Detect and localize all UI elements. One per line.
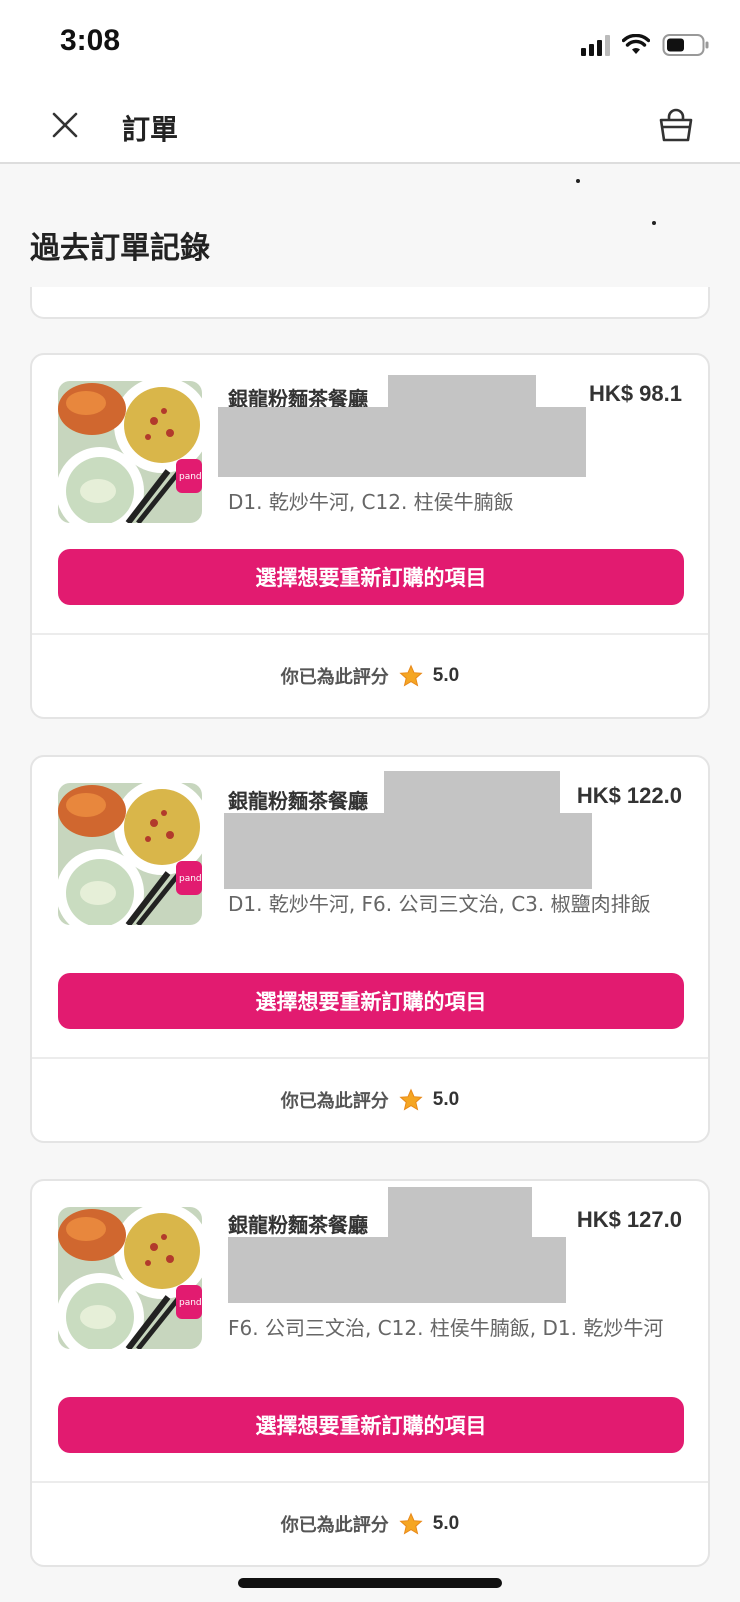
order-items: F6. 公司三文治, C12. 柱侯牛腩飯, D1. 乾炒牛河 [228, 1316, 664, 1340]
close-icon[interactable] [50, 110, 80, 140]
order-price: HK$ 122.0 [576, 783, 682, 808]
previous-order-card-partial [30, 287, 710, 319]
redacted-block [388, 375, 536, 409]
reorder-button[interactable]: 選擇想要重新訂購的項目 [58, 973, 684, 1029]
rating-value: 5.0 [432, 1089, 460, 1110]
status-icons [581, 30, 710, 60]
rating-label: 你已為此評分 [280, 667, 389, 688]
reorder-button[interactable]: 選擇想要重新訂購的項目 [58, 1397, 684, 1453]
status-time: 3:08 [60, 24, 121, 57]
rating-row: 你已為此評分 5.0 [32, 661, 708, 691]
app-header: 訂單 [0, 88, 740, 164]
svg-text:panda: panda [179, 874, 202, 884]
restaurant-name: 銀龍粉麵茶餐廳 [228, 1213, 368, 1237]
star-icon [399, 1088, 423, 1111]
order-items: D1. 乾炒牛河, F6. 公司三文治, C3. 椒鹽肉排飯 [228, 892, 651, 916]
section-title: 過去訂單記錄 [30, 231, 210, 266]
card-divider [32, 633, 708, 635]
order-card[interactable]: panda 銀龍粉麵茶餐廳 HK$ 127.0 F6. 公司三文治, C12. … [30, 1179, 710, 1567]
order-items: D1. 乾炒牛河, C12. 柱侯牛腩飯 [228, 490, 514, 514]
rating-value: 5.0 [432, 1513, 460, 1534]
redacted-block [218, 407, 586, 477]
page-title: 訂單 [122, 113, 179, 146]
rating-value: 5.0 [432, 665, 460, 686]
card-divider [32, 1057, 708, 1059]
star-icon [399, 1512, 423, 1535]
speck [576, 179, 580, 183]
rating-row: 你已為此評分 5.0 [32, 1085, 708, 1115]
card-divider [32, 1481, 708, 1483]
restaurant-thumbnail: panda [58, 381, 202, 523]
wifi-icon [622, 34, 650, 56]
rating-label: 你已為此評分 [280, 1515, 389, 1536]
svg-text:panda: panda [179, 1298, 202, 1308]
speck [652, 221, 656, 225]
restaurant-name: 銀龍粉麵茶餐廳 [228, 789, 368, 813]
rating-row: 你已為此評分 5.0 [32, 1509, 708, 1539]
restaurant-thumbnail: panda [58, 1207, 202, 1349]
status-bar: 3:08 [0, 0, 740, 88]
reorder-button[interactable]: 選擇想要重新訂購的項目 [58, 549, 684, 605]
order-price: HK$ 98.1 [589, 381, 682, 406]
order-card[interactable]: panda 銀龍粉麵茶餐廳 HK$ 122.0 D1. 乾炒牛河, F6. 公司… [30, 755, 710, 1143]
home-indicator[interactable] [238, 1578, 502, 1588]
cellular-signal-icon [581, 34, 610, 56]
redacted-block [388, 1187, 532, 1239]
orders-content[interactable]: 過去訂單記錄 panda 銀龍粉麵茶餐廳 [0, 165, 740, 1602]
redacted-block [224, 813, 592, 889]
redacted-block [384, 771, 560, 813]
order-price: HK$ 127.0 [576, 1207, 682, 1232]
restaurant-thumbnail: panda [58, 783, 202, 925]
order-card[interactable]: panda 銀龍粉麵茶餐廳 HK$ 98.1 D1. 乾炒牛河, C12. 柱侯… [30, 353, 710, 719]
star-icon [399, 664, 423, 687]
shopping-bag-icon[interactable] [656, 106, 696, 146]
redacted-block [228, 1237, 566, 1303]
battery-icon [662, 33, 710, 57]
svg-text:panda: panda [179, 472, 202, 482]
rating-label: 你已為此評分 [280, 1091, 389, 1112]
